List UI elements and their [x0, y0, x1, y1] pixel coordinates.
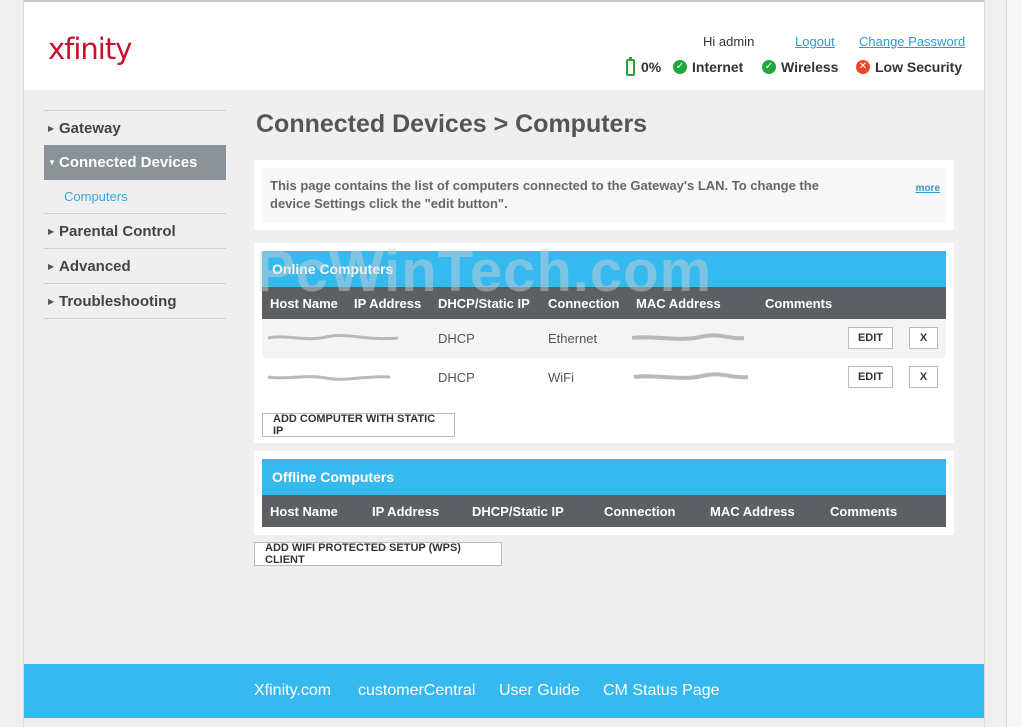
column-ip-address: IP Address: [372, 504, 440, 519]
offline-computers-panel: Offline Computers Host Name IP Address D…: [254, 451, 954, 535]
internet-label: Internet: [692, 59, 744, 75]
sidebar-item-label: Parental Control: [59, 222, 176, 240]
column-comments: Comments: [830, 504, 898, 519]
column-mac-address: MAC Address: [636, 296, 721, 311]
arrow-right-icon: ▶: [48, 226, 55, 236]
edit-button[interactable]: EDIT: [848, 327, 893, 349]
header: xfinity Hi admin Logout Change Password …: [24, 2, 984, 90]
sidebar-item-label: Advanced: [59, 257, 131, 275]
edit-button[interactable]: EDIT: [848, 366, 893, 388]
info-box-inner: This page contains the list of computers…: [262, 168, 946, 222]
divider: [44, 318, 226, 319]
scrollbar[interactable]: [1006, 0, 1022, 727]
check-icon: ✓: [762, 60, 776, 74]
change-password-link[interactable]: Change Password: [859, 34, 965, 49]
delete-button[interactable]: X: [909, 327, 938, 349]
sidebar-item-gateway[interactable]: ▶ Gateway: [44, 110, 226, 145]
column-dhcp: DHCP/Static IP: [438, 296, 530, 311]
sidebar-item-parental-control[interactable]: ▶ Parental Control: [44, 213, 226, 248]
redacted-host-name: [267, 333, 399, 341]
arrow-down-icon: ▼: [48, 158, 56, 167]
redacted-host-name: [267, 375, 391, 381]
column-connection: Connection: [548, 296, 620, 311]
logout-link[interactable]: Logout: [795, 34, 835, 49]
sidebar-item-connected-devices[interactable]: ▼ Connected Devices: [44, 145, 226, 180]
online-computers-panel: Online Computers Host Name IP Address DH…: [254, 243, 954, 443]
footer-bottom-strip: [24, 718, 984, 727]
column-host-name: Host Name: [270, 504, 338, 519]
add-static-ip-button[interactable]: ADD COMPUTER WITH STATIC IP: [262, 413, 455, 437]
battery-status: 0%: [626, 56, 662, 77]
greeting: Hi admin: [703, 34, 755, 49]
battery-icon: [626, 56, 635, 76]
internet-status: ✓ Internet: [673, 57, 743, 77]
sidebar-item-label: Gateway: [59, 119, 121, 137]
info-box: This page contains the list of computers…: [254, 160, 954, 230]
offline-table-header: Host Name IP Address DHCP/Static IP Conn…: [262, 495, 946, 527]
arrow-right-icon: ▶: [48, 123, 55, 133]
footer-link-xfinity[interactable]: Xfinity.com: [254, 682, 331, 700]
security-status: ✕ Low Security: [856, 57, 962, 77]
column-mac-address: MAC Address: [710, 504, 795, 519]
sidebar-item-label: Troubleshooting: [59, 292, 177, 310]
table-row: DHCP Ethernet EDIT X: [262, 319, 946, 358]
window-left-margin: [0, 0, 24, 727]
row-connection: Ethernet: [548, 331, 598, 346]
footer-link-cm-status[interactable]: CM Status Page: [603, 682, 720, 700]
column-ip-address: IP Address: [354, 296, 422, 311]
offline-computers-title: Offline Computers: [262, 459, 946, 495]
security-label: Low Security: [875, 59, 963, 75]
footer: Xfinity.com customerCentral User Guide C…: [24, 664, 984, 718]
wireless-status: ✓ Wireless: [762, 57, 838, 77]
xfinity-logo[interactable]: xfinity: [48, 32, 132, 66]
sidebar-item-advanced[interactable]: ▶ Advanced: [44, 248, 226, 283]
column-host-name: Host Name: [270, 296, 338, 311]
sidebar-subitem-computers[interactable]: Computers: [44, 180, 226, 213]
redacted-mac-address: [633, 372, 749, 380]
row-connection: WiFi: [548, 370, 574, 385]
wireless-label: Wireless: [781, 59, 839, 75]
column-dhcp: DHCP/Static IP: [472, 504, 564, 519]
sidebar-item-troubleshooting[interactable]: ▶ Troubleshooting: [44, 283, 226, 318]
row-dhcp: DHCP: [438, 331, 475, 346]
arrow-right-icon: ▶: [48, 296, 55, 306]
page-title: Connected Devices > Computers: [256, 110, 648, 138]
column-connection: Connection: [604, 504, 676, 519]
delete-button[interactable]: X: [909, 366, 938, 388]
arrow-right-icon: ▶: [48, 261, 55, 271]
table-row: DHCP WiFi EDIT X: [262, 358, 946, 397]
add-wps-client-button[interactable]: ADD WIFI PROTECTED SETUP (WPS) CLIENT: [254, 542, 502, 566]
info-text: This page contains the list of computers…: [270, 178, 819, 211]
battery-level: 0%: [641, 59, 662, 75]
footer-link-user-guide[interactable]: User Guide: [499, 682, 580, 700]
more-link[interactable]: more: [916, 180, 940, 198]
error-icon: ✕: [856, 60, 870, 74]
footer-link-customer-central[interactable]: customerCentral: [358, 682, 475, 700]
sidebar-item-label: Connected Devices: [59, 154, 198, 171]
online-computers-title: Online Computers: [262, 251, 946, 287]
check-icon: ✓: [673, 60, 687, 74]
page: xfinity Hi admin Logout Change Password …: [24, 2, 984, 727]
online-table-header: Host Name IP Address DHCP/Static IP Conn…: [262, 287, 946, 319]
column-comments: Comments: [765, 296, 833, 311]
row-dhcp: DHCP: [438, 370, 475, 385]
redacted-mac-address: [631, 333, 745, 341]
sidebar: ▶ Gateway ▼ Connected Devices Computers …: [44, 110, 226, 319]
